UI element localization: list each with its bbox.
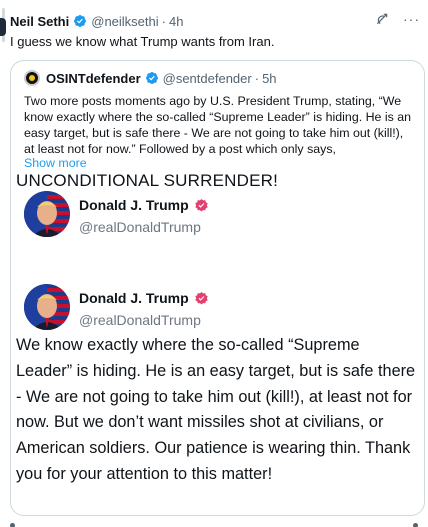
author-name[interactable]: Neil Sethi	[10, 14, 69, 29]
verified-badge-icon	[74, 15, 87, 27]
quote-timestamp: 5h	[262, 70, 277, 86]
quoted-tweet[interactable]: OSINTdefender @sentdefender · 5h Two mor…	[10, 60, 425, 516]
quote-author-handle: @sentdefender	[162, 70, 252, 86]
action-icon[interactable]	[413, 523, 418, 527]
author-handle[interactable]: @neilksethi	[91, 14, 158, 29]
grok-icon[interactable]	[375, 12, 389, 26]
truth-author-handle: @realDonaldTrump	[79, 312, 201, 328]
separator: ·	[254, 70, 260, 86]
action-bar-edge	[0, 521, 428, 527]
truth-author-name: Donald J. Trump	[79, 197, 189, 213]
avatar[interactable]	[0, 18, 6, 36]
quote-text: Two more posts moments ago by U.S. Presi…	[24, 94, 412, 156]
tweet-text: I guess we know what Trump wants from Ir…	[10, 34, 275, 49]
avatar	[24, 284, 70, 330]
action-icon[interactable]	[10, 523, 15, 527]
quote-header: OSINTdefender @sentdefender · 5h	[24, 70, 277, 86]
show-more-link[interactable]: Show more	[24, 156, 87, 170]
avatar	[24, 70, 40, 86]
truth-verified-icon	[195, 291, 208, 304]
truth-verified-icon	[195, 198, 208, 211]
timestamp[interactable]: 4h	[169, 14, 183, 29]
avatar	[24, 191, 70, 237]
tweet-header: Neil Sethi @neilksethi · 4h ···	[10, 12, 428, 30]
separator: ·	[161, 13, 166, 29]
truth-author-handle: @realDonaldTrump	[79, 219, 201, 235]
quote-author-name: OSINTdefender	[46, 70, 141, 86]
truth-post-text: We know exactly where the so-called “Sup…	[16, 336, 416, 483]
truth-post-text: UNCONDITIONAL SURRENDER!	[16, 171, 279, 190]
verified-badge-icon	[145, 72, 158, 84]
more-icon[interactable]: ···	[403, 12, 420, 26]
truth-author-name: Donald J. Trump	[79, 290, 189, 306]
